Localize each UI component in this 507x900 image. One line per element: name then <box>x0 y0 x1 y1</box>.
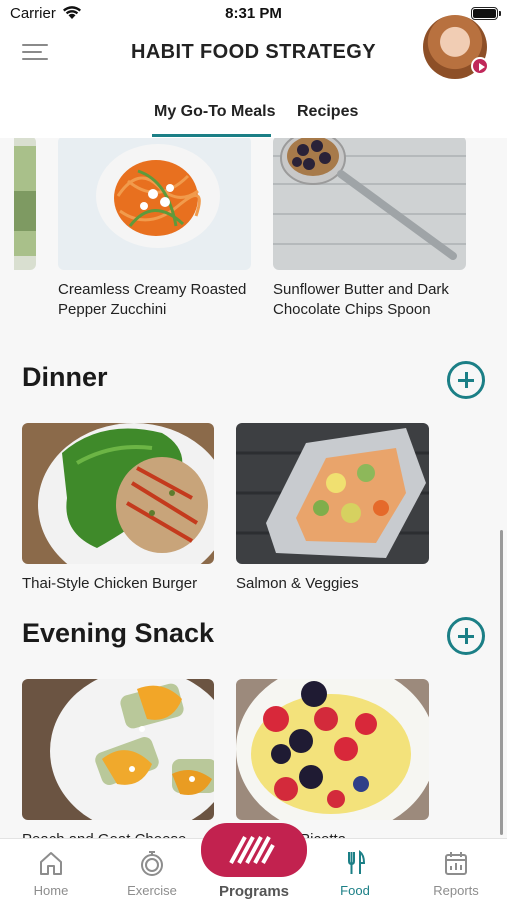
meal-card[interactable]: ...es with Ricotta <box>236 679 429 838</box>
tab-exercise[interactable]: Exercise <box>117 849 187 898</box>
tab-label: Home <box>33 883 69 898</box>
tab-label: Food <box>340 883 370 898</box>
tab-recipes[interactable]: Recipes <box>297 103 358 121</box>
add-dinner-button[interactable] <box>447 361 485 399</box>
add-evening-snack-button[interactable] <box>447 617 485 655</box>
tab-label: Exercise <box>127 883 177 898</box>
active-tab-indicator <box>152 134 271 137</box>
meal-card[interactable]: Salmon & Veggies <box>236 423 429 594</box>
meal-title: Creamless Creamy Roasted Pepper Zucchini <box>58 281 247 318</box>
meal-list[interactable]: Creamless Creamy Roasted Pepper Zucchini… <box>0 138 507 838</box>
section-title-dinner: Dinner <box>22 362 108 392</box>
tab-label: Reports <box>433 883 479 898</box>
meal-photo <box>58 138 251 270</box>
meal-title: Thai-Style Chicken Burger <box>22 575 198 592</box>
partial-meal-card[interactable] <box>14 138 36 270</box>
section-title-evening-snack: Evening Snack <box>22 618 215 648</box>
meal-photo <box>236 679 429 820</box>
tab-strip: My Go-To Meals Recipes <box>0 100 507 138</box>
tab-home[interactable]: Home <box>16 849 86 898</box>
fork-knife-icon <box>348 849 366 874</box>
bottom-tab-bar: Home Exercise Programs Food Reports <box>0 823 507 900</box>
meal-card[interactable]: Thai-Style Chicken Burger <box>22 423 214 594</box>
meal-photo <box>22 679 214 820</box>
meal-title: Salmon & Veggies <box>236 575 359 592</box>
tab-reports[interactable]: Reports <box>421 849 491 898</box>
meal-card[interactable]: Creamless Creamy Roasted Pepper Zucchini <box>58 138 251 320</box>
tab-my-go-to-meals[interactable]: My Go-To Meals <box>154 103 276 121</box>
meal-title: Peach and Goat Cheese... <box>22 830 214 838</box>
meal-photo <box>273 138 466 270</box>
battery-icon <box>471 7 501 20</box>
meal-photo <box>22 423 214 564</box>
tab-programs[interactable] <box>201 823 307 877</box>
meal-title: Sunflower Butter and Dark Chocolate Chip… <box>273 281 449 318</box>
stopwatch-icon <box>141 851 163 876</box>
scrollbar[interactable] <box>500 530 503 835</box>
tab-label-programs: Programs <box>218 883 290 900</box>
calendar-report-icon <box>445 852 467 875</box>
clock: 8:31 PM <box>225 5 282 22</box>
meal-photo <box>236 423 429 564</box>
avatar[interactable] <box>423 15 489 79</box>
tab-food[interactable]: Food <box>320 849 390 898</box>
programs-logo-icon <box>229 836 275 864</box>
app-header: HABIT FOOD STRATEGY My Go-To Meals Recip… <box>0 15 507 138</box>
meal-card[interactable]: Peach and Goat Cheese... <box>22 679 214 838</box>
status-bar: Carrier 8:31 PM <box>0 0 507 28</box>
meal-card[interactable]: Sunflower Butter and Dark Chocolate Chip… <box>273 138 466 320</box>
home-icon <box>40 852 62 875</box>
play-badge-icon <box>471 57 489 75</box>
